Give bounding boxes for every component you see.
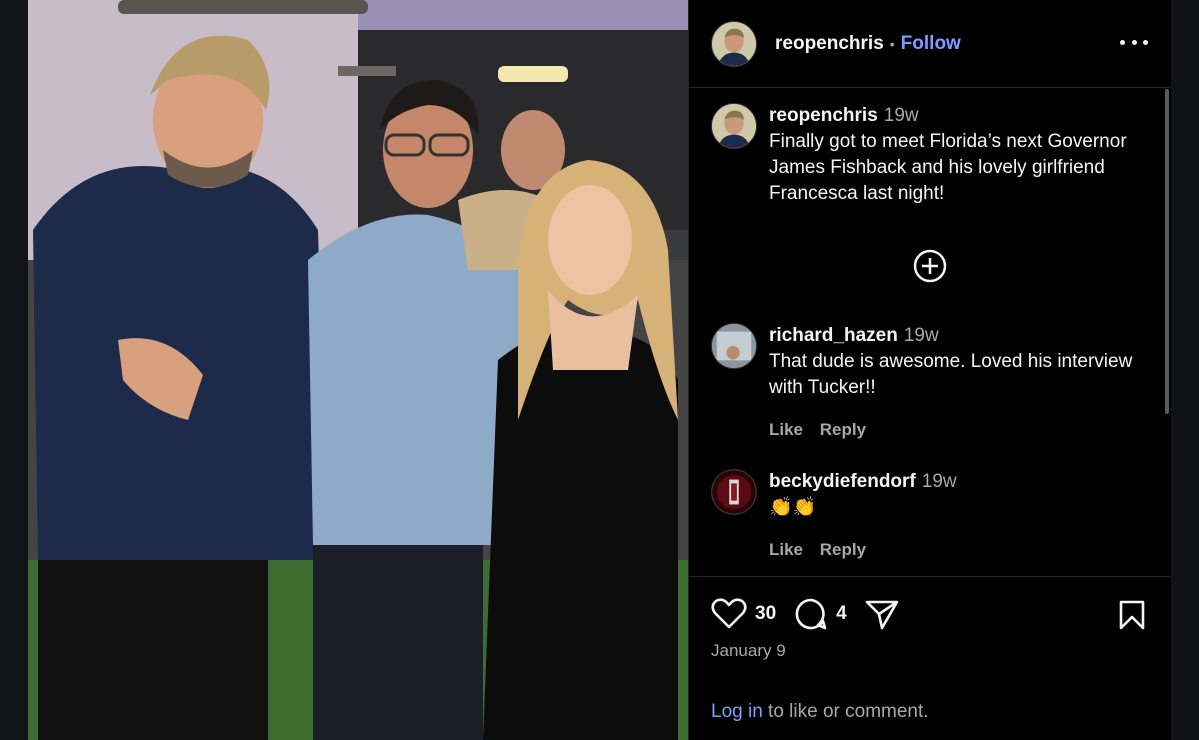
login-link[interactable]: Log in: [711, 701, 763, 722]
commenter-avatar[interactable]: [711, 469, 757, 515]
action-bar: 30 4: [711, 597, 899, 631]
comment-text: 👏👏: [769, 497, 817, 518]
comment-count: 4: [836, 603, 847, 624]
like-count: 30: [755, 603, 777, 624]
post-footer: 30 4 January 9 Log in to like or comment…: [689, 576, 1172, 740]
bookmark-icon[interactable]: [1118, 599, 1146, 631]
caption-body: reopenchris 19w Finally got to meet Flori…: [769, 103, 1149, 207]
plus-circle-icon[interactable]: [913, 249, 947, 283]
comment-body: richard_hazen 19w That dude is awesome. L…: [769, 323, 1149, 443]
author-username[interactable]: reopenchris: [775, 33, 884, 55]
comments-list[interactable]: reopenchris 19w Finally got to meet Flori…: [689, 89, 1172, 576]
comment-item: beckydiefendorf 19w 👏👏 Like Reply: [711, 469, 1149, 563]
more-options-icon[interactable]: [1120, 30, 1148, 54]
commenter-avatar[interactable]: [711, 323, 757, 369]
comment-body: beckydiefendorf 19w 👏👏 Like Reply: [769, 469, 1149, 563]
like-comment-button[interactable]: Like: [769, 420, 803, 439]
post-detail-panel: reopenchris • Follow reopenchris 19w Fina…: [688, 0, 1172, 740]
comment-actions: Like Reply: [769, 417, 1149, 443]
comment-text: That dude is awesome. Loved his intervie…: [769, 351, 1133, 398]
caption-text: Finally got to meet Florida’s next Gover…: [769, 131, 1127, 204]
caption-username[interactable]: reopenchris: [769, 105, 878, 126]
caption-avatar[interactable]: [711, 103, 757, 149]
like-comment-button[interactable]: Like: [769, 540, 803, 559]
comment-icon[interactable]: [794, 597, 828, 631]
post-photo[interactable]: [28, 0, 688, 740]
login-prompt: Log in to like or comment.: [711, 701, 929, 723]
login-suffix: to like or comment.: [762, 701, 929, 722]
reply-button[interactable]: Reply: [820, 420, 866, 439]
caption: reopenchris 19w Finally got to meet Flori…: [711, 103, 1149, 207]
follow-button[interactable]: Follow: [901, 33, 961, 55]
caption-time: 19w: [883, 105, 919, 126]
right-margin: [1171, 0, 1199, 740]
comment-item: richard_hazen 19w That dude is awesome. L…: [711, 323, 1149, 443]
comment-username[interactable]: beckydiefendorf: [769, 471, 916, 492]
comment-username[interactable]: richard_hazen: [769, 325, 898, 346]
left-margin: [0, 0, 28, 740]
comments-scrollbar[interactable]: [1165, 89, 1169, 414]
post-date: January 9: [711, 641, 786, 660]
author-avatar[interactable]: [711, 20, 757, 67]
share-icon[interactable]: [865, 598, 899, 630]
reply-button[interactable]: Reply: [820, 540, 866, 559]
heart-icon[interactable]: [711, 598, 747, 630]
separator-dot: •: [889, 35, 895, 52]
comment-time: 19w: [903, 325, 939, 346]
post-header: reopenchris • Follow: [689, 0, 1172, 88]
comment-time: 19w: [921, 471, 957, 492]
comment-actions: Like Reply: [769, 537, 1149, 563]
